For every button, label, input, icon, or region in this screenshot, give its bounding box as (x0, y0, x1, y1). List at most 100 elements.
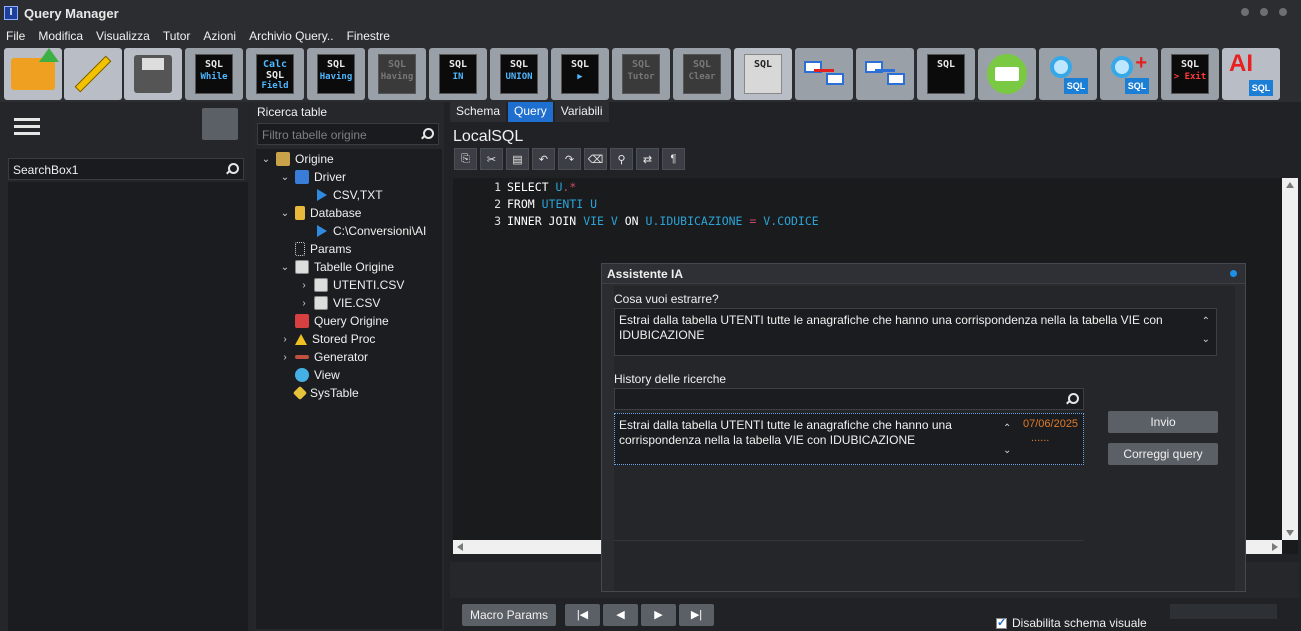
history-list-item[interactable]: Estrai dalla tabella UTENTI tutte le ana… (614, 413, 1084, 465)
add-join-button[interactable] (795, 48, 853, 100)
tree-node-generator[interactable]: › Generator (279, 348, 368, 366)
checkbox-checked-icon[interactable] (996, 616, 1007, 629)
fix-query-button[interactable]: Correggi query (1108, 443, 1218, 465)
prev-record-button[interactable]: ◀ (603, 604, 638, 626)
tree-node-tabelle-origine[interactable]: ⌄ Tabelle Origine (279, 258, 394, 276)
chevron-right-icon[interactable]: › (298, 298, 310, 309)
remove-join-button[interactable] (856, 48, 914, 100)
history-search-input[interactable] (614, 388, 1084, 410)
sql-run-icon: SQL ▶ (561, 54, 599, 94)
sql-clear-button[interactable]: SQL Clear (673, 48, 731, 100)
save-button[interactable] (124, 48, 182, 100)
sql-while-button[interactable]: SQL While (185, 48, 243, 100)
sql-split-button[interactable]: SQL (917, 48, 975, 100)
replace-icon[interactable]: ⇄ (636, 148, 659, 170)
sql-union-button[interactable]: SQL UNION (490, 48, 548, 100)
send-button[interactable]: Invio (1108, 411, 1218, 433)
print-button[interactable] (978, 48, 1036, 100)
minimize-button[interactable] (1241, 8, 1249, 16)
sql-calc-field-button[interactable]: Calc SQL Field (246, 48, 304, 100)
ai-assistant-dialog: Assistente IA Cosa vuoi estrarre? Estrai… (601, 263, 1246, 592)
textarea-scroll-icon[interactable]: ⌃ ⌄ (1202, 313, 1210, 349)
main-tabs: Schema Query Variabili (450, 102, 611, 122)
chevron-right-icon[interactable]: › (298, 280, 310, 291)
tab-query[interactable]: Query (508, 102, 553, 122)
menu-azioni[interactable]: Azioni (203, 29, 236, 43)
sql-script-icon: SQL (744, 54, 782, 94)
paragraph-icon[interactable]: ¶ (662, 148, 685, 170)
disable-visual-schema-checkbox[interactable]: Disabilita schema visuale (996, 616, 1147, 630)
sql-tutor-button[interactable]: SQL Tutor (612, 48, 670, 100)
ai-sql-button[interactable]: AI SQL (1222, 48, 1280, 100)
menu-finestre[interactable]: Finestre (347, 29, 390, 43)
first-record-button[interactable]: |◀ (565, 604, 600, 626)
sql-run-button[interactable]: SQL ▶ (551, 48, 609, 100)
tree-node-stored-proc[interactable]: › Stored Proc (279, 330, 375, 348)
source-tree: ⌄ Origine ⌄ Driver CSV,TXT ⌄ Database C:\Co… (256, 149, 442, 629)
copy-icon[interactable]: ⎘ (454, 148, 477, 170)
maximize-button[interactable] (1260, 8, 1268, 16)
clear-icon[interactable]: ⌫ (584, 148, 607, 170)
tree-node-utenti[interactable]: › UTENTI.CSV (298, 276, 404, 294)
tree-node-database[interactable]: ⌄ Database (279, 204, 361, 222)
chevron-down-icon[interactable]: ⌄ (279, 262, 291, 273)
last-record-button[interactable]: ▶| (679, 604, 714, 626)
menu-visualizza[interactable]: Visualizza (96, 29, 150, 43)
left-result-list[interactable] (8, 182, 248, 631)
cut-icon[interactable]: ✂ (480, 148, 503, 170)
tree-node-dbpath[interactable]: C:\Conversioni\AI (315, 222, 426, 240)
sql-script-button[interactable]: SQL (734, 48, 792, 100)
history-scroll-icon[interactable]: ⌃ ⌄ (1003, 418, 1011, 462)
floppy-icon (134, 55, 172, 93)
search-icon[interactable] (225, 163, 239, 175)
find-icon[interactable]: ⚲ (610, 148, 633, 170)
panel-action-button[interactable] (202, 108, 238, 140)
sql-while-icon: SQL While (195, 54, 233, 94)
next-record-button[interactable]: ▶ (641, 604, 676, 626)
hamburger-menu-icon[interactable] (14, 118, 40, 136)
left-search-input[interactable]: SearchBox1 (8, 158, 244, 180)
tree-node-csv[interactable]: CSV,TXT (315, 186, 383, 204)
search-icon[interactable] (1065, 393, 1079, 405)
sql-search-icon: SQL (1048, 54, 1088, 94)
menu-modifica[interactable]: Modifica (38, 29, 83, 43)
sql-in-button[interactable]: SQL IN (429, 48, 487, 100)
chevron-down-icon[interactable]: ⌄ (279, 172, 291, 183)
undo-icon[interactable]: ↶ (532, 148, 555, 170)
chevron-right-icon[interactable]: › (279, 334, 291, 345)
database-icon (295, 206, 305, 220)
tree-node-origine[interactable]: ⌄ Origine (260, 150, 334, 168)
tree-node-view[interactable]: View (295, 366, 340, 384)
tree-node-query-origine[interactable]: Query Origine (295, 312, 389, 330)
macro-params-button[interactable]: Macro Params (462, 604, 556, 626)
menu-tutor[interactable]: Tutor (163, 29, 191, 43)
sql-having-disabled-button[interactable]: SQL Having (368, 48, 426, 100)
sql-in-icon: SQL IN (439, 54, 477, 94)
sql-search-add-button[interactable]: + SQL (1100, 48, 1158, 100)
tree-node-systable[interactable]: SysTable (292, 384, 359, 402)
tab-variabili[interactable]: Variabili (554, 102, 609, 122)
search-icon[interactable] (420, 128, 434, 140)
sql-exit-button[interactable]: SQL > Exit (1161, 48, 1219, 100)
tree-node-driver[interactable]: ⌄ Driver (279, 168, 346, 186)
menu-file[interactable]: File (6, 29, 25, 43)
tree-filter-input[interactable]: Filtro tabelle origine (257, 123, 439, 145)
chevron-down-icon[interactable]: ⌄ (260, 154, 272, 165)
open-button[interactable] (4, 48, 62, 100)
chevron-down-icon[interactable]: ⌄ (279, 208, 291, 219)
close-button[interactable] (1279, 8, 1287, 16)
tab-schema[interactable]: Schema (450, 102, 507, 122)
history-label: History delle ricerche (614, 372, 727, 386)
tree-node-params[interactable]: Params (295, 240, 351, 258)
redo-icon[interactable]: ↷ (558, 148, 581, 170)
menu-archivio-query[interactable]: Archivio Query.. (249, 29, 333, 43)
editor-vertical-scrollbar[interactable] (1282, 178, 1298, 540)
paste-icon[interactable]: ▤ (506, 148, 529, 170)
tree-node-vie[interactable]: › VIE.CSV (298, 294, 380, 312)
edit-save-button[interactable] (64, 48, 122, 100)
dialog-pin-icon[interactable] (1230, 270, 1237, 277)
question-textarea[interactable]: Estrai dalla tabella UTENTI tutte le ana… (614, 308, 1217, 356)
sql-having-button[interactable]: SQL Having (307, 48, 365, 100)
sql-search-button[interactable]: SQL (1039, 48, 1097, 100)
chevron-right-icon[interactable]: › (279, 352, 291, 363)
